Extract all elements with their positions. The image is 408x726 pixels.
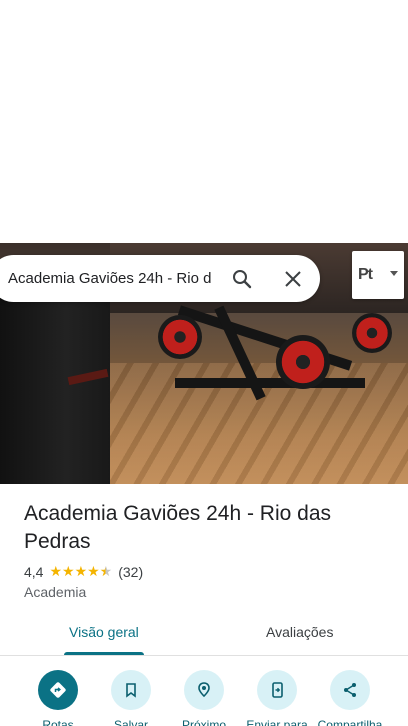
- nearby-button[interactable]: Próximo: [167, 670, 241, 726]
- directions-label: Rotas: [42, 718, 74, 726]
- photo-pillar: [0, 298, 110, 484]
- save-button[interactable]: Salvar: [94, 670, 168, 726]
- search-icon[interactable]: [230, 267, 254, 291]
- rating-value: 4,4: [24, 563, 44, 580]
- place-tabs: Visão geral Avaliações: [0, 612, 408, 656]
- send-to-phone-icon: [257, 670, 297, 710]
- share-icon: [330, 670, 370, 710]
- star-rating-icon: ★★★★★: [49, 563, 113, 579]
- send-to-phone-button[interactable]: Enviar para: [240, 670, 314, 726]
- map-blank-area[interactable]: [0, 0, 408, 243]
- save-label: Salvar: [113, 718, 148, 726]
- send-to-phone-label: Enviar para: [246, 718, 308, 726]
- search-query[interactable]: Academia Gaviões 24h - Rio d: [8, 270, 213, 287]
- tab-selected-indicator: [64, 652, 144, 655]
- rating-row[interactable]: 4,4 ★★★★★ (32): [24, 563, 143, 580]
- action-bar: Rotas Salvar Próximo Enviar para Compart…: [0, 664, 408, 726]
- share-label: Compartilha: [317, 718, 383, 726]
- search-bar[interactable]: Academia Gaviões 24h - Rio d: [0, 255, 320, 302]
- place-title: Academia Gaviões 24h - Rio das Pedras: [24, 502, 331, 553]
- photo-weight-plate: [276, 335, 330, 389]
- share-button[interactable]: Compartilha: [313, 670, 387, 726]
- review-count: (32): [118, 563, 144, 580]
- dropdown-arrow-icon: [390, 271, 398, 276]
- nearby-label: Próximo: [181, 718, 226, 726]
- photo-weight-plate: [352, 313, 392, 353]
- tab-reviews[interactable]: Avaliações: [266, 624, 333, 640]
- language-selector[interactable]: Pt: [352, 251, 404, 299]
- place-category[interactable]: Academia: [24, 584, 86, 600]
- tab-overview[interactable]: Visão geral: [69, 624, 139, 640]
- directions-icon: [38, 670, 78, 710]
- bookmark-icon: [111, 670, 151, 710]
- nearby-icon: [184, 670, 224, 710]
- photo-bench-base: [175, 378, 365, 388]
- photo-weight-plate: [158, 315, 202, 359]
- directions-button[interactable]: Rotas: [21, 670, 95, 726]
- language-code: Pt: [358, 266, 373, 283]
- close-icon[interactable]: [281, 267, 305, 291]
